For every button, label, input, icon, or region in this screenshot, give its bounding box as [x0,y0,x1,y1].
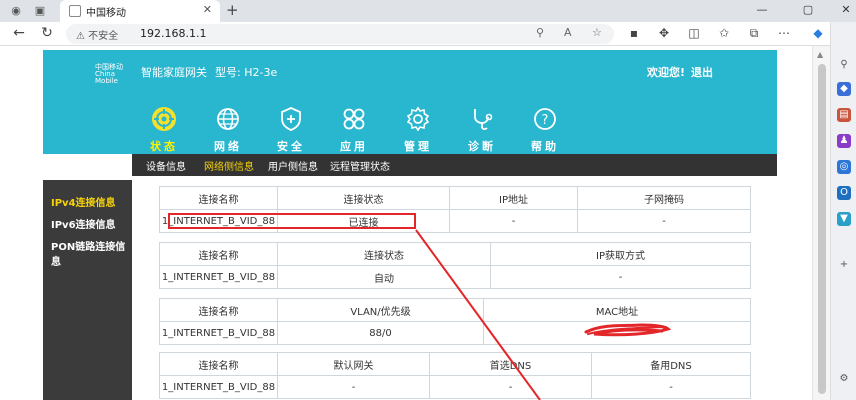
mac-redaction-scribble [584,323,672,337]
annotation-arrow [415,229,541,400]
